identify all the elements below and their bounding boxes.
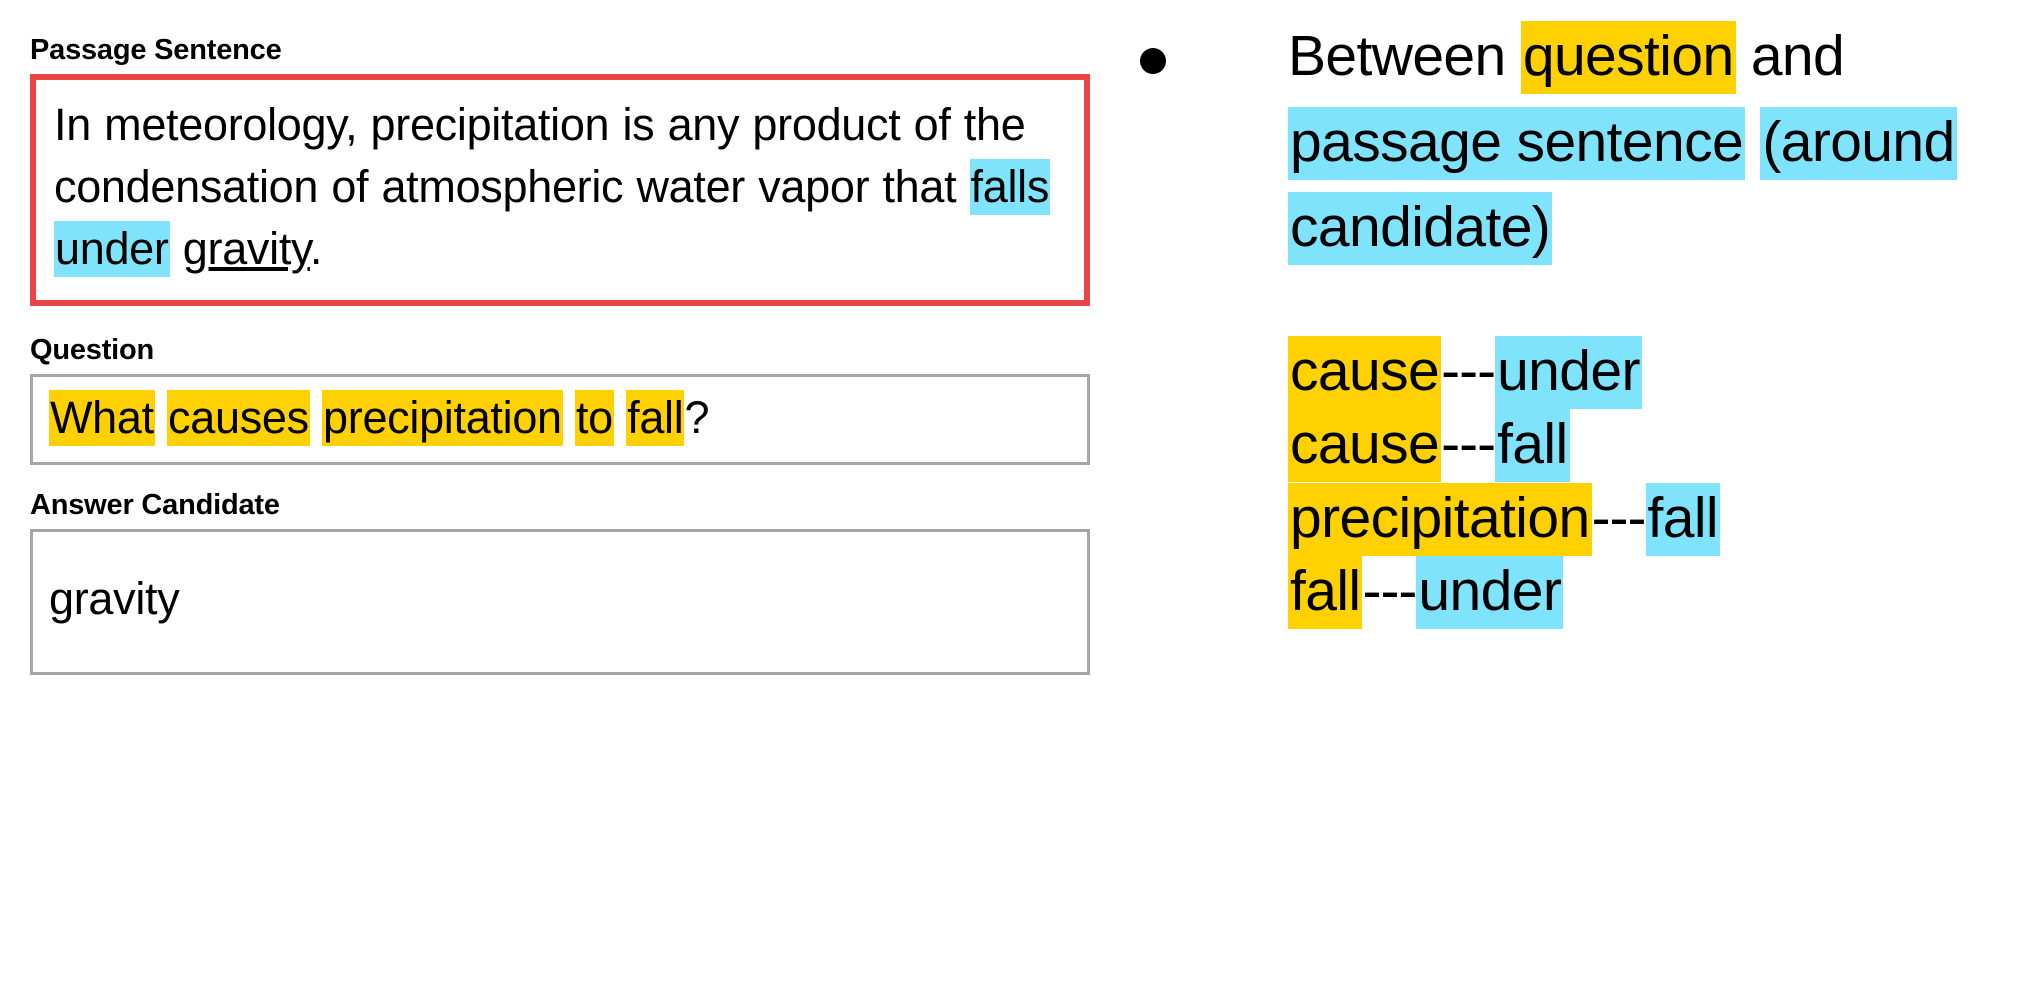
bullet-item-text: Between question and passage sentence (a… bbox=[1288, 14, 2018, 271]
word-pair-separator: --- bbox=[1591, 485, 1647, 550]
answer-candidate-box[interactable]: gravity bbox=[30, 528, 1090, 676]
word-pair-passage-term: fall bbox=[1495, 409, 1570, 483]
word-pair-separator: --- bbox=[1362, 559, 1417, 624]
word-pair-passage-term: fall bbox=[1645, 482, 1720, 556]
question-label: Question bbox=[30, 334, 155, 367]
highlight-span-yellow: fall bbox=[626, 390, 685, 447]
passage-sentence-box[interactable]: In meteorology, precipitation is any pro… bbox=[30, 74, 1090, 307]
answer-candidate-value: gravity bbox=[49, 572, 180, 624]
passage-sentence-text: In meteorology, precipitation is any pro… bbox=[54, 94, 1066, 280]
question-box[interactable]: What causes precipitation to fall? bbox=[30, 374, 1090, 465]
explanation-panel: Between question and passage sentence (a… bbox=[1140, 14, 2018, 630]
highlight-span-cyan: falls bbox=[969, 159, 1051, 216]
word-pair-passage-term: under bbox=[1416, 556, 1564, 630]
word-pair-list: cause---under cause---fall precipitation--… bbox=[1288, 335, 2018, 630]
highlight-span-yellow: precipitation bbox=[322, 390, 563, 447]
highlight-span-yellow: What bbox=[49, 390, 155, 447]
word-pair-passage-term: under bbox=[1495, 335, 1642, 409]
highlight-span-yellow: causes bbox=[167, 390, 310, 447]
word-pair-question-term: cause bbox=[1288, 335, 1442, 409]
word-pair-question-term: precipitation bbox=[1288, 482, 1592, 556]
question-text: What causes precipitation to fall? bbox=[49, 389, 1071, 448]
word-pair-question-term: cause bbox=[1288, 409, 1442, 483]
word-pair-question-term: fall bbox=[1288, 556, 1363, 630]
bullet-list-item: Between question and passage sentence (a… bbox=[1140, 14, 2018, 271]
word-pair-separator: --- bbox=[1441, 412, 1496, 477]
highlight-span-cyan: passage sentence bbox=[1288, 106, 1746, 180]
word-pair-row: fall---under bbox=[1288, 555, 2018, 630]
passage-sentence-label: Passage Sentence bbox=[30, 34, 282, 66]
word-pair-separator: --- bbox=[1441, 338, 1496, 403]
highlight-span-cyan: under bbox=[54, 221, 170, 278]
bullet-dot-icon bbox=[1140, 48, 1166, 74]
word-pair-row: cause---under bbox=[1288, 335, 2018, 409]
highlight-span-underline: gravity bbox=[182, 223, 310, 275]
page-root: Passage Sentence In meteorology, precipi… bbox=[0, 0, 2018, 988]
word-pair-row: precipitation---fall bbox=[1288, 482, 2018, 556]
word-pair-row: cause---fall bbox=[1288, 408, 2018, 483]
annotation-form-panel: Passage Sentence In meteorology, precipi… bbox=[30, 34, 1090, 676]
answer-candidate-label: Answer Candidate bbox=[30, 488, 280, 521]
highlight-span-yellow: question bbox=[1520, 21, 1736, 94]
highlight-span-yellow: to bbox=[574, 390, 614, 447]
